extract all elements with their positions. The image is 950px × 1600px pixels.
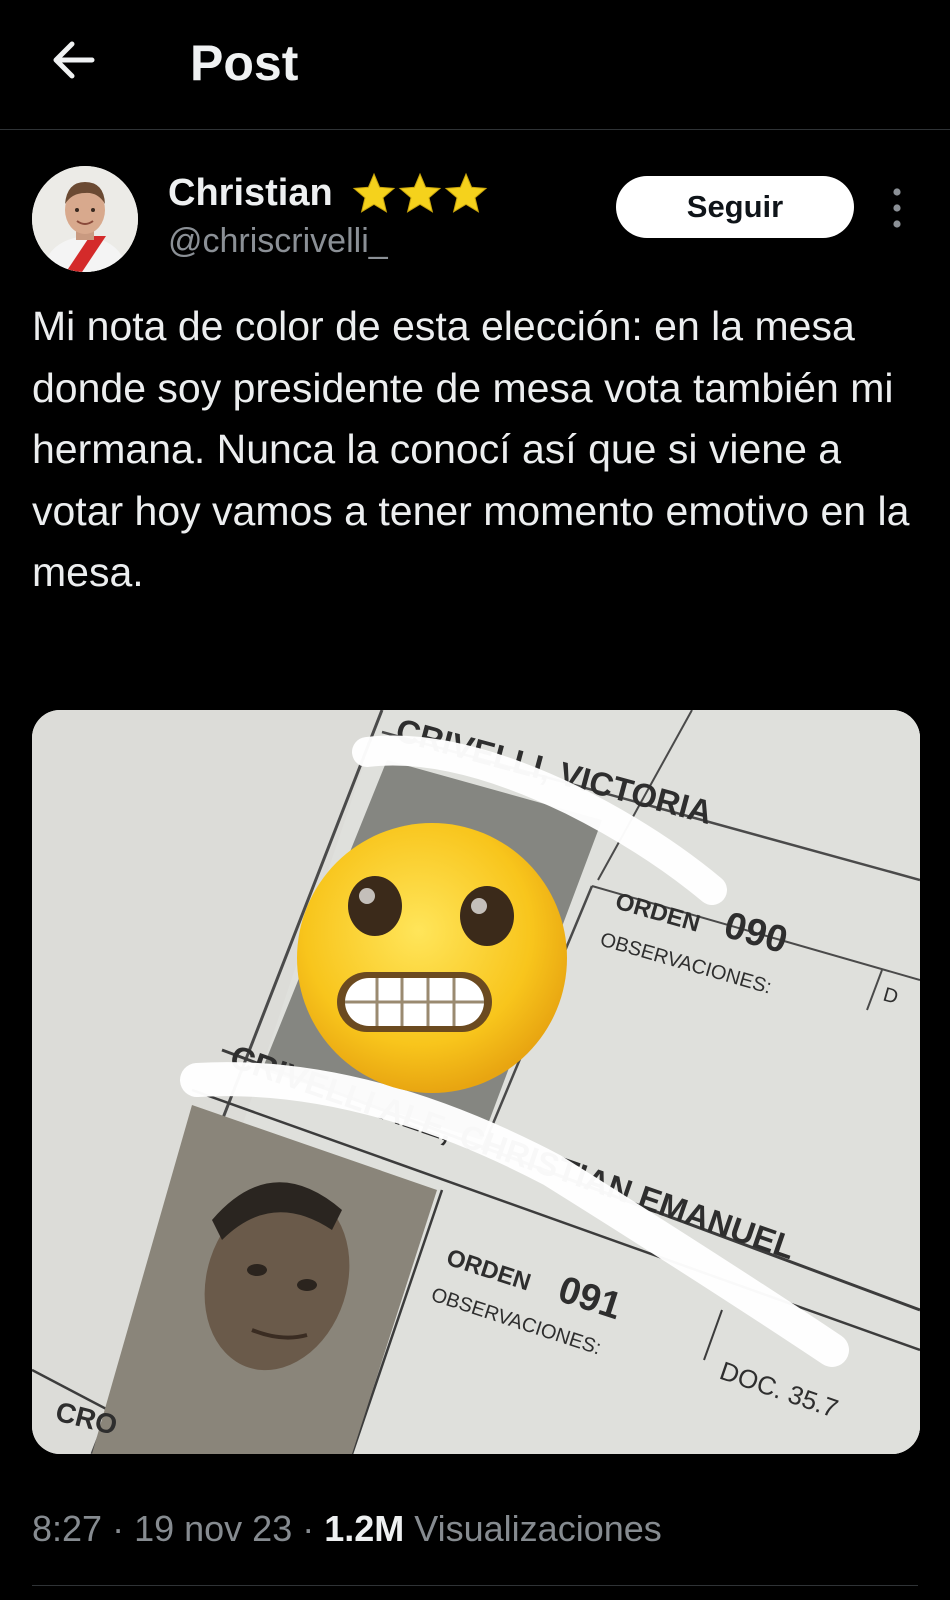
back-button[interactable] bbox=[48, 38, 100, 82]
follow-button[interactable]: Seguir bbox=[616, 176, 854, 238]
views-label: Visualizaciones bbox=[414, 1508, 662, 1549]
avatar[interactable] bbox=[32, 166, 138, 272]
more-options-button[interactable] bbox=[880, 184, 914, 232]
arrow-left-icon bbox=[53, 41, 95, 79]
grimacing-face-emoji bbox=[297, 823, 567, 1093]
meta-separator: · bbox=[102, 1508, 135, 1549]
post-metadata: 8:27 · 19 nov 23 · 1.2M Visualizaciones bbox=[32, 1508, 662, 1550]
post-text: Mi nota de color de esta elección: en la… bbox=[32, 303, 910, 595]
post-image[interactable]: CRIVELLI, VICTORIA ORDEN 090 OBSERVACION… bbox=[32, 710, 920, 1454]
author-handle[interactable]: @chriscrivelli_ bbox=[168, 222, 388, 261]
divider bbox=[32, 1585, 918, 1586]
post-date[interactable]: 19 nov 23 bbox=[134, 1508, 292, 1549]
top-bar: Post bbox=[0, 0, 950, 130]
star-badge-icon bbox=[352, 168, 492, 218]
post-time[interactable]: 8:27 bbox=[32, 1508, 102, 1549]
meta-separator: · bbox=[292, 1508, 325, 1549]
views-count: 1.2M bbox=[324, 1508, 405, 1549]
author-name[interactable]: Christian bbox=[168, 172, 333, 215]
more-vertical-icon bbox=[893, 188, 901, 228]
page-title: Post bbox=[190, 35, 299, 91]
